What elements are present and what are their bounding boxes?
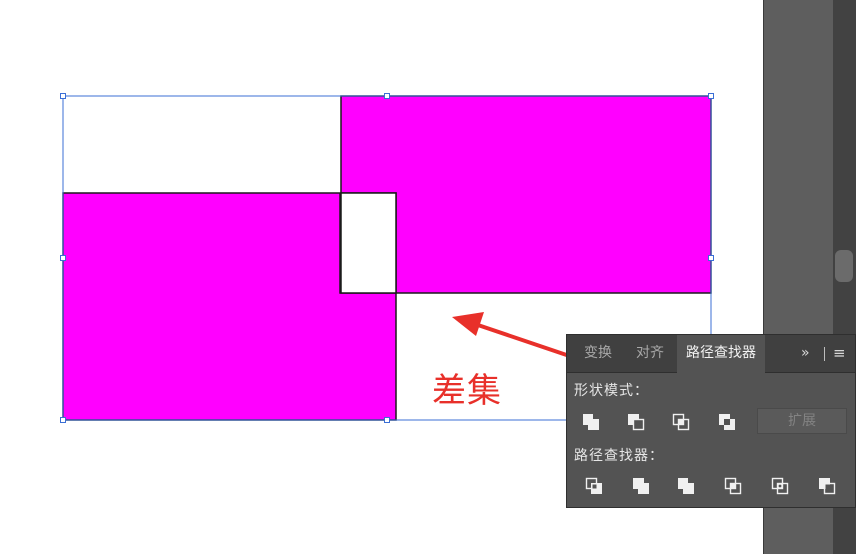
tab-pathfinder[interactable]: 路径查找器 [677, 335, 765, 373]
minus-back-icon [819, 478, 836, 495]
divide-icon [585, 477, 602, 494]
merge-button[interactable] [675, 475, 697, 497]
divide-button[interactable] [583, 475, 605, 497]
minus-back-button[interactable] [816, 475, 838, 497]
pathfinder-panel: 变换 对齐 路径查找器 » ≡ 形状模式： 扩展 路径查找器： [566, 334, 856, 508]
selection-handle[interactable] [384, 417, 390, 423]
outline-button[interactable] [769, 475, 791, 497]
crop-button[interactable] [722, 475, 744, 497]
merge-icon [678, 478, 694, 494]
unite-button[interactable] [580, 411, 602, 433]
exclude-button[interactable] [716, 411, 738, 433]
unite-icon [583, 414, 599, 430]
crop-icon [724, 477, 742, 495]
minus-front-button[interactable] [625, 411, 647, 433]
annotation-label: 差集 [432, 371, 502, 411]
tab-divider [824, 347, 825, 361]
shape-modes-label: 形状模式： [574, 383, 649, 399]
trim-button[interactable] [630, 475, 652, 497]
intersect-button[interactable] [670, 411, 692, 433]
selection-handle[interactable] [60, 255, 66, 261]
minus-front-icon [628, 414, 645, 431]
double-chevron-right-icon[interactable]: » [801, 335, 810, 372]
panel-tab-bar: 变换 对齐 路径查找器 » ≡ [567, 335, 855, 373]
pathfinders-label: 路径查找器： [574, 448, 664, 464]
outline-icon [771, 477, 789, 495]
intersect-icon [672, 413, 690, 431]
overlap-hole [340, 192, 397, 294]
selection-handle[interactable] [60, 93, 66, 99]
tab-align[interactable]: 对齐 [625, 335, 675, 372]
selection-handle[interactable] [384, 93, 390, 99]
selection-handle[interactable] [708, 93, 714, 99]
trim-icon [633, 478, 649, 494]
exclude-icon [719, 414, 735, 430]
selection-handle[interactable] [708, 255, 714, 261]
expand-button[interactable]: 扩展 [757, 408, 847, 434]
selection-handle[interactable] [60, 417, 66, 423]
tab-transform[interactable]: 变换 [573, 335, 623, 372]
panel-menu-icon[interactable]: ≡ [833, 335, 846, 372]
dock-scrollbar-thumb[interactable] [835, 250, 853, 282]
